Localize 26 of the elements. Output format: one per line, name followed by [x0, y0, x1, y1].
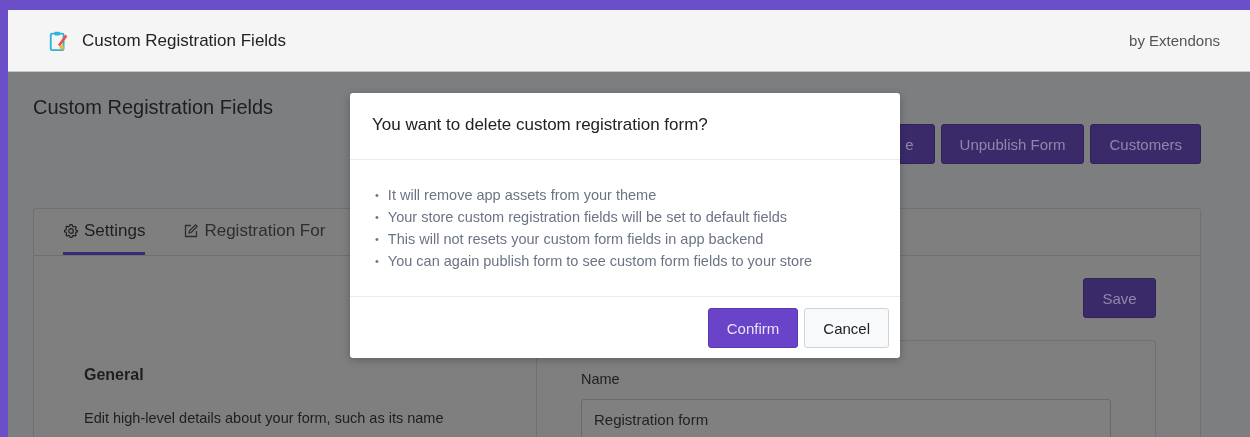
list-item: Your store custom registration fields will be set to default fields	[387, 208, 788, 227]
page-title: Custom Registration Fields	[33, 96, 274, 119]
list-item: You can again publish form to see custom form fields to your store	[387, 252, 813, 271]
gear-icon	[63, 222, 79, 239]
list-item: This will not resets your custom form fields in app backend	[387, 230, 764, 249]
vendor-label: by Extendons	[1129, 32, 1220, 49]
dialog-title: You want to delete custom registration form?	[372, 115, 708, 134]
app-title: Custom Registration Fields	[82, 30, 287, 51]
list-item: It will remove app assets from your theme	[387, 186, 657, 205]
tab[interactable]: Settings	[63, 209, 146, 255]
edit-icon	[183, 222, 200, 239]
bullet: •	[375, 254, 379, 269]
section-description: Edit high-level details about your form, such as its name	[84, 410, 445, 426]
dialog-button[interactable]: Cancel	[804, 308, 889, 348]
field-label: Name	[581, 371, 621, 387]
clipboard-pencil-icon	[48, 29, 70, 52]
tab[interactable]: Registration For	[183, 209, 326, 255]
section-heading: General	[84, 366, 145, 384]
bullet: •	[375, 210, 379, 225]
name-input[interactable]: Registration form	[581, 399, 1111, 437]
bullet: •	[375, 188, 379, 203]
action-button[interactable]: Unpublish Form	[940, 124, 1085, 164]
bullet: •	[375, 232, 379, 247]
action-button[interactable]: Customers	[1090, 124, 1201, 164]
dialog-button[interactable]: Confirm	[707, 308, 799, 348]
save-button[interactable]: Save	[1083, 278, 1156, 318]
